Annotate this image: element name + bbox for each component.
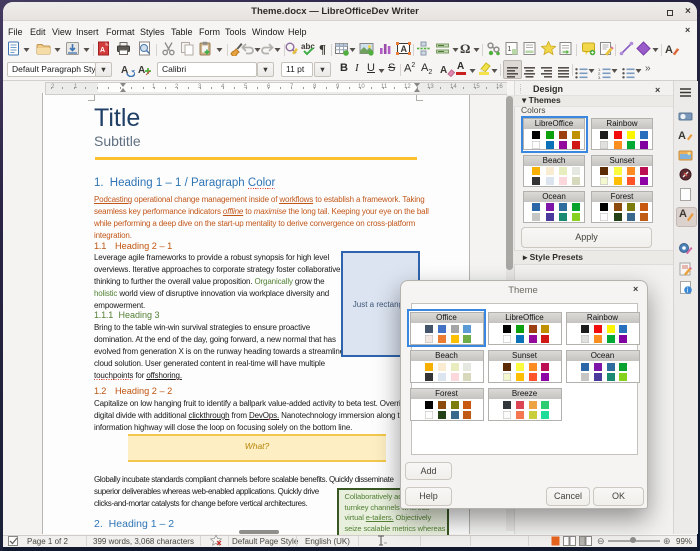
svg-text:A: A xyxy=(665,44,673,56)
svg-text:¶: ¶ xyxy=(319,42,326,57)
svg-text:A: A xyxy=(138,65,145,76)
svg-text:A: A xyxy=(678,130,686,142)
svg-text:Ω: Ω xyxy=(460,41,470,56)
svg-text:A: A xyxy=(100,47,105,54)
svg-text:A: A xyxy=(400,44,407,54)
svg-text:3.: 3. xyxy=(598,75,601,79)
svg-text:A: A xyxy=(440,65,447,76)
svg-text:1: 1 xyxy=(508,46,512,53)
svg-text:abc: abc xyxy=(301,42,315,51)
